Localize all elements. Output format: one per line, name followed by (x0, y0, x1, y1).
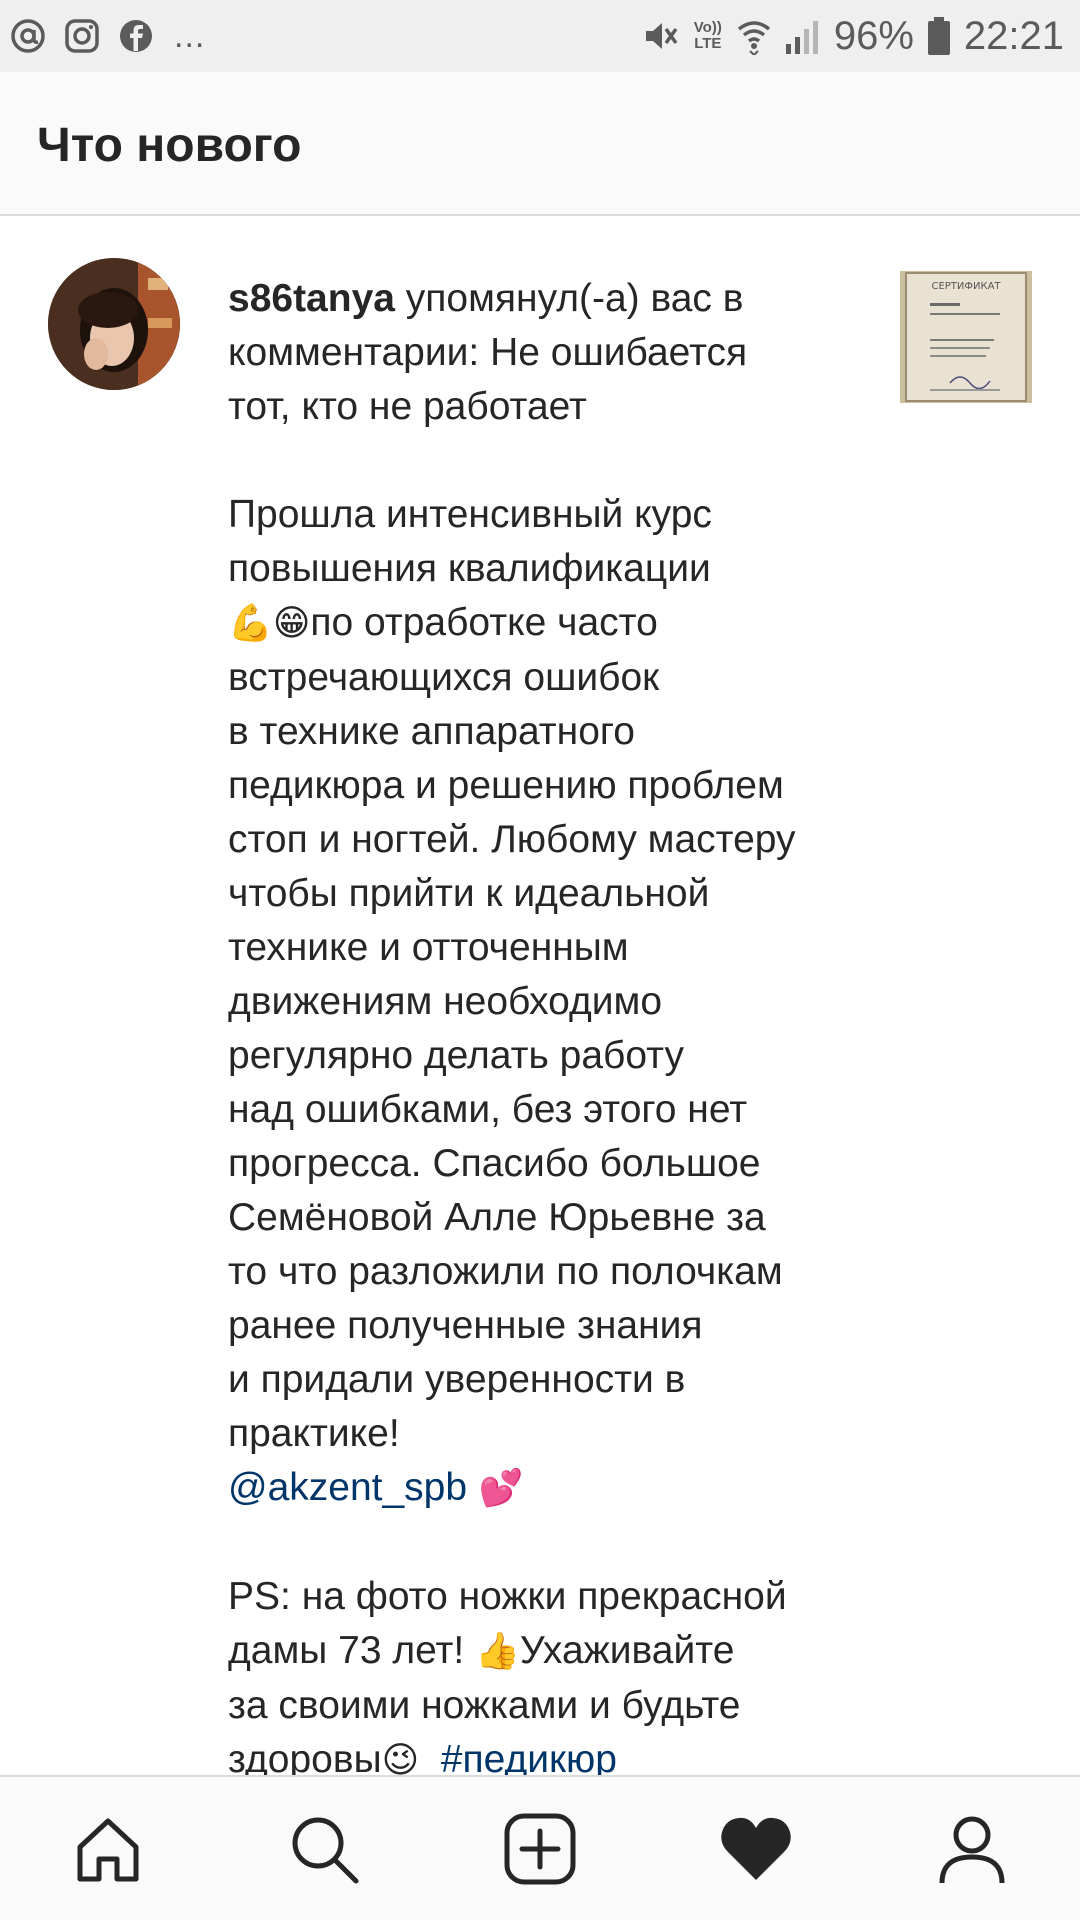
status-more: ... (174, 17, 206, 55)
certificate-image: СЕРТИФИКАТ (900, 271, 1032, 403)
mention-link[interactable]: @akzent_spb (228, 1466, 467, 1509)
mute-icon (645, 23, 678, 49)
search-icon (292, 1817, 359, 1883)
instagram-icon (65, 19, 99, 53)
status-right: Vo)) LTE 96% 22:21 (642, 16, 1080, 56)
nav-new-post[interactable] (495, 1804, 585, 1894)
page-title: Что нового (37, 119, 302, 172)
volte-top: Vo)) (693, 19, 722, 36)
notification-username[interactable]: s86tanya (228, 277, 395, 320)
home-icon (77, 1818, 139, 1881)
nav-home[interactable] (63, 1804, 153, 1894)
clock: 22:21 (963, 14, 1064, 58)
nav-search[interactable] (279, 1804, 369, 1894)
profile-icon (939, 1816, 1005, 1883)
notification-intro: упомянул(-а) вас в комментарии: Не ошиба… (228, 277, 748, 590)
signal-icon (785, 21, 818, 54)
facebook-icon (120, 20, 152, 52)
page-header: Что нового (0, 72, 1080, 216)
certificate-title: СЕРТИФИКАТ (931, 281, 1001, 292)
new-post-icon (504, 1813, 576, 1884)
emoji-hearts: 💕 (467, 1468, 524, 1509)
activity-heart-icon (721, 1817, 791, 1880)
avatar-photo (48, 258, 180, 390)
battery-percent: 96% (833, 14, 914, 58)
nav-activity[interactable] (711, 1804, 801, 1894)
emoji-thumbs-up: 👍 (475, 1631, 520, 1672)
volte-indicator: Vo)) LTE (694, 20, 722, 52)
notification-body: по отработке часто встречающихся ошибок … (228, 601, 796, 1455)
emoji-muscle-grin: 💪😁 (228, 603, 311, 644)
nav-profile[interactable] (927, 1804, 1017, 1894)
avatar[interactable] (48, 258, 180, 390)
battery-icon (927, 17, 950, 55)
wifi-icon (737, 21, 770, 55)
status-left: ... (0, 18, 205, 54)
bottom-nav (0, 1775, 1080, 1920)
status-bar: ... Vo)) LTE 96% 22:21 (0, 0, 1080, 72)
volte-bottom: LTE (694, 35, 722, 52)
notification-text[interactable]: s86tanya упомянул(-а) вас в комментарии:… (228, 272, 868, 1788)
at-icon (11, 19, 45, 53)
post-thumbnail[interactable]: СЕРТИФИКАТ (900, 271, 1032, 403)
